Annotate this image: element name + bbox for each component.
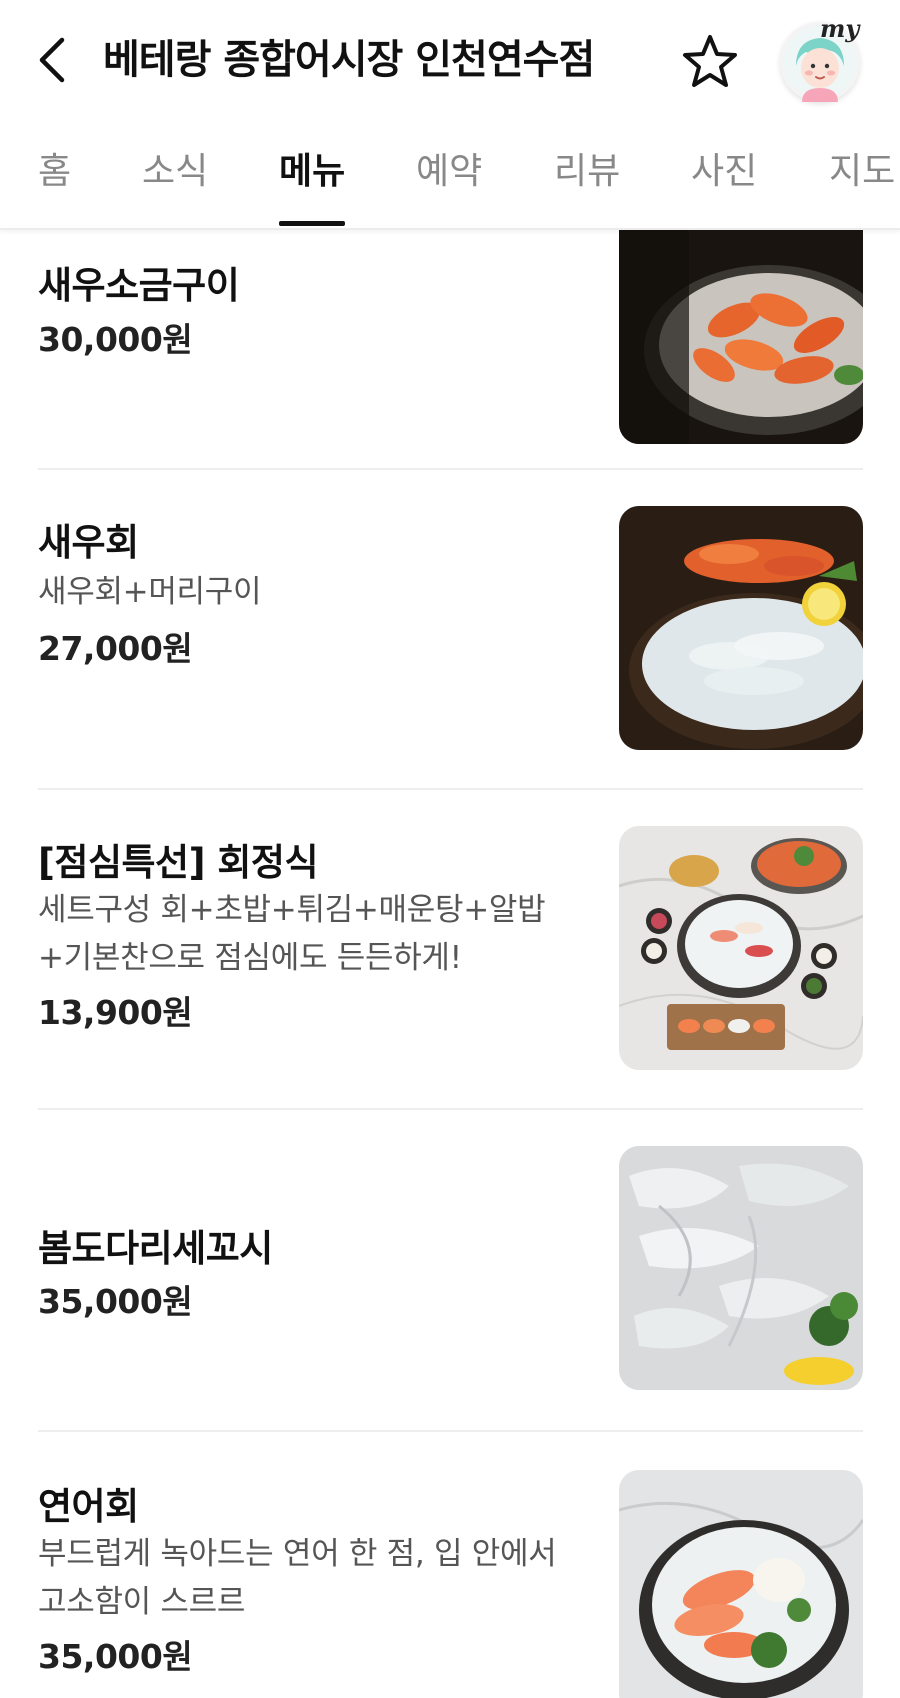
raw-shrimp-photo bbox=[619, 506, 863, 750]
menu-list: 새우소금구이 30,000원 새우회 새우회+머리구이 27,000원 [점심특… bbox=[0, 230, 900, 1698]
menu-item-name: 봄도다리세꼬시 bbox=[38, 1227, 273, 1270]
app-header: 베테랑 종합어시장 인천연수점 my bbox=[0, 0, 900, 120]
menu-item-price: 30,000원 bbox=[38, 320, 193, 359]
tab-news[interactable]: 소식 bbox=[142, 148, 208, 196]
menu-item-price: 27,000원 bbox=[38, 629, 193, 668]
menu-item-description-line: 부드럽게 녹아드는 연어 한 점, 입 안에서 bbox=[38, 1536, 557, 1572]
menu-item-name: [점심특선] 회정식 bbox=[38, 841, 318, 884]
menu-item-description-line: 세트구성 회+초밥+튀김+매운탕+알밥 bbox=[38, 892, 546, 928]
menu-item-photo bbox=[619, 1470, 863, 1698]
salmon-sashimi-photo bbox=[619, 1470, 863, 1698]
menu-item[interactable]: 연어회 부드럽게 녹아드는 연어 한 점, 입 안에서 고소함이 스르르 35,… bbox=[0, 1432, 900, 1698]
favorite-button[interactable] bbox=[680, 32, 740, 92]
menu-item-name: 새우회 bbox=[38, 521, 139, 564]
menu-item-name: 연어회 bbox=[38, 1485, 139, 1528]
tab-map[interactable]: 지도 bbox=[829, 148, 895, 196]
sliced-flounder-photo bbox=[619, 1146, 863, 1390]
menu-item-name: 새우소금구이 bbox=[38, 264, 240, 307]
menu-item-price: 13,900원 bbox=[38, 993, 193, 1032]
tab-reservation[interactable]: 예약 bbox=[416, 148, 482, 196]
tab-photos[interactable]: 사진 bbox=[691, 148, 757, 196]
grilled-shrimp-photo bbox=[619, 230, 863, 444]
menu-item-price: 35,000원 bbox=[38, 1282, 193, 1321]
menu-item-price: 35,000원 bbox=[38, 1637, 193, 1676]
menu-item-photo bbox=[619, 230, 863, 444]
back-button[interactable] bbox=[30, 30, 80, 90]
star-outline-icon bbox=[683, 35, 737, 87]
tab-menu[interactable]: 메뉴 bbox=[279, 148, 345, 196]
active-tab-indicator bbox=[279, 221, 345, 226]
menu-item-description-line: 고소함이 스르르 bbox=[38, 1584, 246, 1620]
tab-bar: 홈 소식 메뉴 예약 리뷰 사진 지도 bbox=[0, 120, 900, 230]
menu-item-photo bbox=[619, 506, 863, 750]
menu-item-description: 부드럽게 녹아드는 연어 한 점, 입 안에서 고소함이 스르르 bbox=[38, 1530, 578, 1626]
my-label: my bbox=[820, 14, 860, 43]
menu-item-photo bbox=[619, 1146, 863, 1390]
menu-item[interactable]: [점심특선] 회정식 세트구성 회+초밥+튀김+매운탕+알밥 +기본찬으로 점심… bbox=[0, 790, 900, 1110]
tab-reviews[interactable]: 리뷰 bbox=[554, 148, 620, 196]
menu-item[interactable]: 봄도다리세꼬시 35,000원 bbox=[0, 1110, 900, 1432]
menu-item-description: 세트구성 회+초밥+튀김+매운탕+알밥 +기본찬으로 점심에도 든든하게! bbox=[38, 886, 578, 982]
back-chevron-icon bbox=[39, 37, 65, 83]
menu-item[interactable]: 새우소금구이 30,000원 bbox=[0, 230, 900, 470]
menu-item-description: 새우회+머리구이 bbox=[38, 574, 262, 610]
menu-item[interactable]: 새우회 새우회+머리구이 27,000원 bbox=[0, 470, 900, 792]
menu-item-photo bbox=[619, 826, 863, 1070]
tab-home[interactable]: 홈 bbox=[38, 148, 71, 196]
page-title: 베테랑 종합어시장 인천연수점 bbox=[103, 37, 595, 83]
menu-item-description-line: +기본찬으로 점심에도 든든하게! bbox=[38, 940, 462, 976]
lunch-set-photo bbox=[619, 826, 863, 1070]
